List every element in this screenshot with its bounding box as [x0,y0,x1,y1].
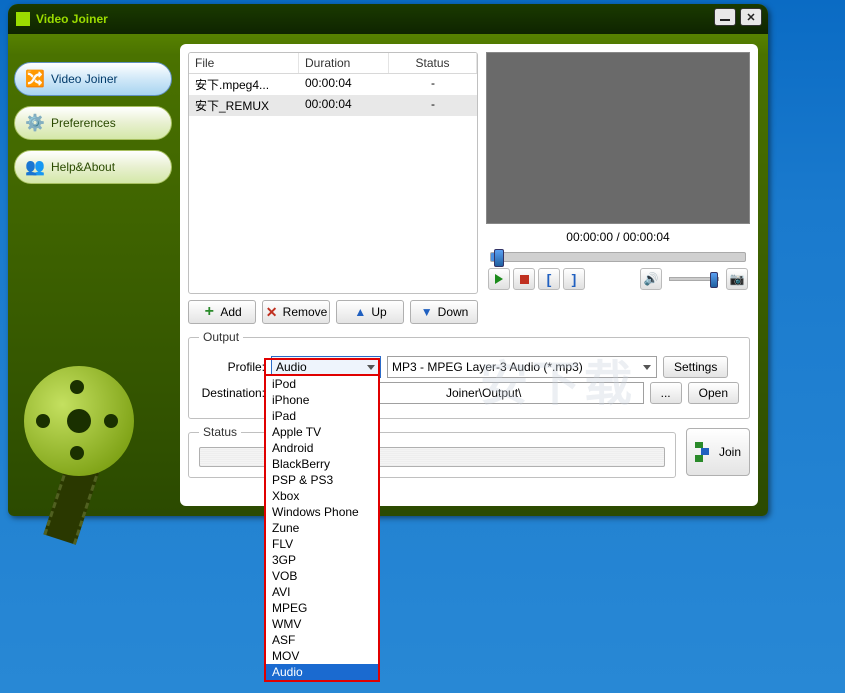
dropdown-item[interactable]: 3GP [266,552,378,568]
bracket-close-icon: ] [572,271,577,287]
mark-out-button[interactable]: ] [563,268,585,290]
film-reel-decoration [4,366,154,516]
cell-file: 安下.mpeg4... [189,74,299,95]
dropdown-item[interactable]: BlackBerry [266,456,378,472]
cell-status: - [389,74,477,95]
profile-label: Profile: [199,360,265,374]
dropdown-item[interactable]: Android [266,440,378,456]
dropdown-item[interactable]: ASF [266,632,378,648]
remove-button[interactable]: ✕ Remove [262,300,330,324]
cell-duration: 00:00:04 [299,74,389,95]
minimize-button[interactable] [714,8,736,26]
arrow-down-icon: ▼ [420,305,434,319]
dropdown-item[interactable]: Audio [266,664,378,680]
dropdown-item[interactable]: iPhone [266,392,378,408]
destination-label: Destination: [199,386,265,400]
add-button[interactable]: + Add [188,300,256,324]
dropdown-item[interactable]: Windows Phone [266,504,378,520]
x-icon: ✕ [265,305,279,319]
window-title: Video Joiner [36,12,108,26]
open-button[interactable]: Open [688,382,739,404]
dropdown-item[interactable]: WMV [266,616,378,632]
titlebar[interactable]: Video Joiner [8,4,768,34]
table-row[interactable]: 安下_REMUX 00:00:04 - [189,95,477,116]
profile-dropdown[interactable]: iPodiPhoneiPadApple TVAndroidBlackBerryP… [264,374,380,682]
dropdown-item[interactable]: Apple TV [266,424,378,440]
dropdown-item[interactable]: Xbox [266,488,378,504]
seek-bar[interactable] [486,250,750,264]
dropdown-item[interactable]: iPad [266,408,378,424]
volume-thumb[interactable] [710,272,718,288]
people-icon: 👥 [25,157,45,177]
volume-slider[interactable] [669,277,719,281]
camera-icon: 📷 [730,272,745,286]
stop-button[interactable] [513,268,535,290]
output-title: Output [199,330,243,344]
preview-panel: 00:00:00 / 00:00:04 [ ] 🔊 📷 [486,52,750,294]
table-row[interactable]: 安下.mpeg4... 00:00:04 - [189,74,477,95]
file-list-table[interactable]: File Duration Status 安下.mpeg4... 00:00:0… [188,52,478,294]
dropdown-item[interactable]: FLV [266,536,378,552]
close-button[interactable] [740,8,762,26]
status-title: Status [199,425,241,439]
dropdown-item[interactable]: iPod [266,376,378,392]
settings-button[interactable]: Settings [663,356,728,378]
time-display: 00:00:00 / 00:00:04 [486,224,750,250]
dropdown-item[interactable]: VOB [266,568,378,584]
table-header: File Duration Status [189,53,477,74]
cell-file: 安下_REMUX [189,95,299,116]
up-button[interactable]: ▲ Up [336,300,404,324]
dropdown-item[interactable]: PSP & PS3 [266,472,378,488]
play-icon [495,274,503,284]
play-button[interactable] [488,268,510,290]
dropdown-item[interactable]: Zune [266,520,378,536]
sidebar-item-label: Help&About [51,160,115,174]
sidebar-item-help-about[interactable]: 👥 Help&About [14,150,172,184]
gear-icon: ⚙️ [25,113,45,133]
cell-status: - [389,95,477,116]
col-status[interactable]: Status [389,53,477,73]
sidebar-item-label: Preferences [51,116,116,130]
speaker-icon: 🔊 [644,272,659,286]
plus-icon: + [202,305,216,319]
volume-button[interactable]: 🔊 [640,268,662,290]
dropdown-item[interactable]: MOV [266,648,378,664]
table-body: 安下.mpeg4... 00:00:04 - 安下_REMUX 00:00:04… [189,74,477,293]
sidebar-item-video-joiner[interactable]: 🔀 Video Joiner [14,62,172,96]
stop-icon [520,275,529,284]
col-duration[interactable]: Duration [299,53,389,73]
sidebar-item-label: Video Joiner [51,72,118,86]
app-window: Video Joiner 🔀 Video Joiner ⚙️ Preferenc… [8,4,768,516]
col-file[interactable]: File [189,53,299,73]
sidebar-item-preferences[interactable]: ⚙️ Preferences [14,106,172,140]
app-icon [16,12,30,26]
arrow-up-icon: ▲ [353,305,367,319]
sidebar: 🔀 Video Joiner ⚙️ Preferences 👥 Help&Abo… [14,44,172,506]
browse-button[interactable]: ... [650,382,682,404]
status-panel: Status [188,425,676,478]
video-preview[interactable] [486,52,750,224]
dropdown-item[interactable]: AVI [266,584,378,600]
cell-duration: 00:00:04 [299,95,389,116]
dropdown-item[interactable]: MPEG [266,600,378,616]
merge-icon: 🔀 [25,69,45,89]
bracket-open-icon: [ [547,271,552,287]
snapshot-button[interactable]: 📷 [726,268,748,290]
down-button[interactable]: ▼ Down [410,300,478,324]
codec-select[interactable]: MP3 - MPEG Layer-3 Audio (*.mp3) [387,356,657,378]
join-icon [695,442,715,462]
mark-in-button[interactable]: [ [538,268,560,290]
join-button[interactable]: Join [686,428,750,476]
seek-thumb[interactable] [494,249,504,267]
